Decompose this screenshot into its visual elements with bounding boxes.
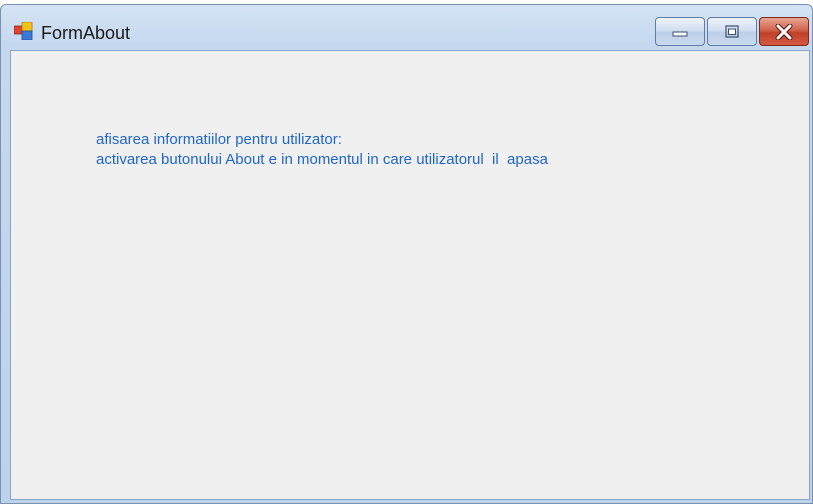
info-line-2: activarea butonului About e in momentul …: [96, 151, 548, 168]
maximize-button[interactable]: [707, 17, 757, 46]
about-info-label: afisarea informatiilor pentru utilizator…: [96, 130, 548, 170]
window-title: FormAbout: [41, 23, 131, 43]
close-button[interactable]: [759, 17, 809, 46]
app-icon: [14, 22, 33, 40]
minimize-icon: [672, 31, 688, 36]
maximize-icon: [725, 24, 739, 38]
info-line-1: afisarea informatiilor pentru utilizator…: [96, 131, 342, 148]
form-client-area: afisarea informatiilor pentru utilizator…: [10, 50, 810, 500]
close-icon: [775, 23, 793, 40]
minimize-button[interactable]: [655, 17, 705, 46]
form-about-window: FormAbout afisarea informatiilor pentru …: [0, 4, 813, 504]
title-bar[interactable]: FormAbout: [1, 5, 812, 49]
